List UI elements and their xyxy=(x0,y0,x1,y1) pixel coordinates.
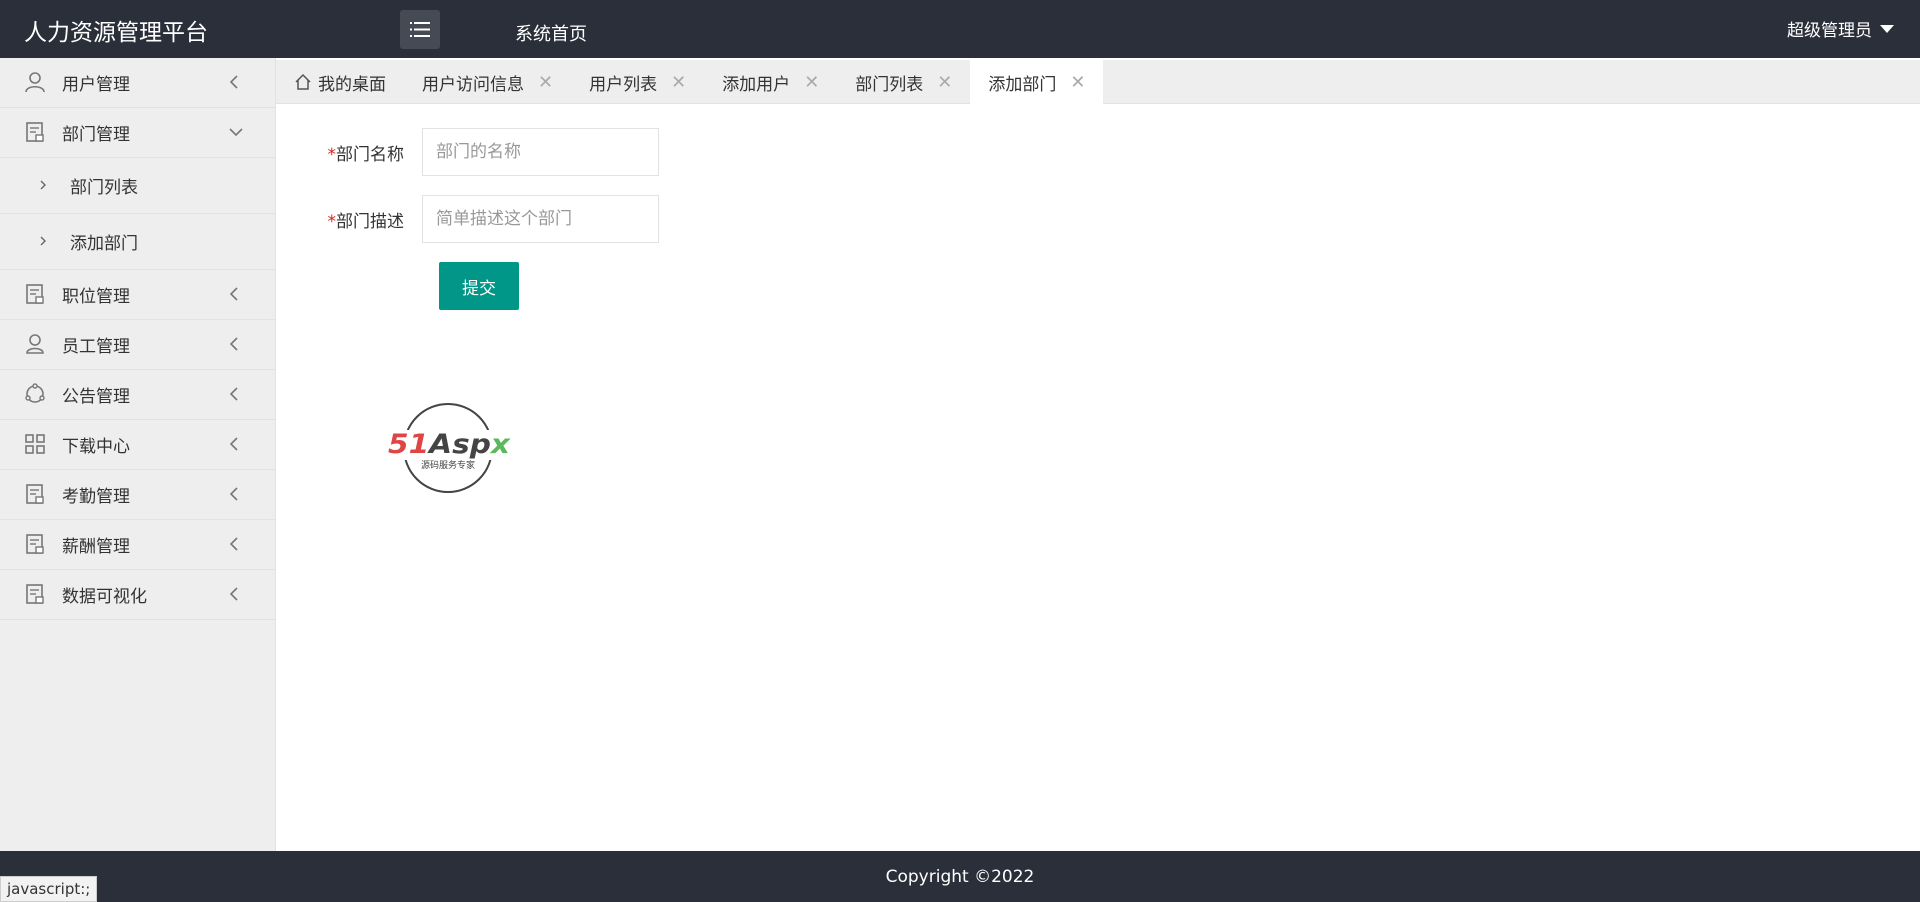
list-icon xyxy=(410,22,430,37)
tab-user-access-info[interactable]: 用户访问信息 ✕ xyxy=(404,60,571,104)
document-icon xyxy=(26,284,44,304)
document-icon xyxy=(26,122,44,142)
document-icon xyxy=(26,584,44,604)
sidebar-subitem-department-list[interactable]: 部门列表 xyxy=(0,158,275,214)
department-desc-input[interactable] xyxy=(422,195,659,243)
sidebar-item-label: 薪酬管理 xyxy=(62,537,130,557)
menu-toggle-button[interactable] xyxy=(400,10,440,49)
sidebar-item-label: 部门管理 xyxy=(62,125,130,145)
chevron-left-icon xyxy=(229,75,238,89)
browser-status-bar: javascript:; xyxy=(0,876,98,902)
chevron-left-icon xyxy=(229,287,238,301)
chevron-left-icon xyxy=(229,537,238,551)
sidebar-item-label: 考勤管理 xyxy=(62,487,130,507)
chevron-down-icon xyxy=(229,128,243,137)
sidebar-item-data-visualization[interactable]: 数据可视化 xyxy=(0,570,275,620)
sidebar-item-label: 下载中心 xyxy=(62,437,130,457)
user-icon xyxy=(25,72,45,93)
required-mark: * xyxy=(327,211,337,232)
grid-icon xyxy=(25,434,45,454)
tab-user-list[interactable]: 用户列表 ✕ xyxy=(571,60,704,104)
watermark-brand: 51 Asp x xyxy=(388,429,512,460)
tab-label: 部门列表 xyxy=(855,74,924,95)
tab-my-desktop[interactable]: 我的桌面 xyxy=(276,60,404,104)
chevron-left-icon xyxy=(229,387,238,401)
chevron-right-icon xyxy=(40,180,46,190)
submit-button[interactable]: 提交 xyxy=(439,262,519,310)
department-desc-label: *部门描述 xyxy=(327,211,405,232)
footer: Copyright ©2022 xyxy=(0,851,1920,902)
tab-add-department[interactable]: 添加部门 ✕ xyxy=(970,60,1104,105)
tab-add-user[interactable]: 添加用户 ✕ xyxy=(704,60,837,104)
document-icon xyxy=(26,534,44,554)
sidebar-item-salary-management[interactable]: 薪酬管理 xyxy=(0,520,275,570)
top-header: 人力资源管理平台 系统首页 超级管理员 xyxy=(0,0,1920,58)
chevron-right-icon xyxy=(40,236,46,246)
department-name-input[interactable] xyxy=(422,128,659,176)
sidebar-item-user-management[interactable]: 用户管理 xyxy=(0,58,275,108)
person-icon xyxy=(26,334,44,354)
sidebar-item-label: 用户管理 xyxy=(62,75,130,95)
sidebar-item-announcement-management[interactable]: 公告管理 xyxy=(0,370,275,420)
chevron-left-icon xyxy=(229,337,238,351)
close-icon[interactable]: ✕ xyxy=(1070,72,1085,93)
app-logo: 人力资源管理平台 xyxy=(24,20,208,46)
sidebar-item-position-management[interactable]: 职位管理 xyxy=(0,270,275,320)
sidebar-item-download-center[interactable]: 下载中心 xyxy=(0,420,275,470)
watermark-tagline: 源码服务专家 xyxy=(421,459,475,471)
close-icon[interactable]: ✕ xyxy=(937,72,952,93)
tab-bar: 我的桌面 用户访问信息 ✕ 用户列表 ✕ 添加用户 ✕ 部门列表 ✕ 添加部门 … xyxy=(276,60,1920,105)
sidebar-subitem-label: 部门列表 xyxy=(70,178,138,198)
sidebar-item-employee-management[interactable]: 员工管理 xyxy=(0,320,275,370)
system-home-link[interactable]: 系统首页 xyxy=(515,20,587,46)
sidebar-item-label: 员工管理 xyxy=(62,337,130,357)
sidebar-item-label: 公告管理 xyxy=(62,387,130,407)
document-icon xyxy=(26,484,44,504)
user-name: 超级管理员 xyxy=(1787,21,1872,41)
tab-department-list[interactable]: 部门列表 ✕ xyxy=(837,60,970,104)
caret-down-icon xyxy=(1880,24,1894,33)
department-name-label: *部门名称 xyxy=(327,144,405,165)
sidebar-item-label: 数据可视化 xyxy=(62,587,147,607)
chevron-left-icon xyxy=(229,487,238,501)
department-desc-row: *部门描述 xyxy=(276,195,659,243)
sidebar-item-attendance-management[interactable]: 考勤管理 xyxy=(0,470,275,520)
tab-label: 我的桌面 xyxy=(318,74,386,95)
sidebar-subitem-label: 添加部门 xyxy=(70,234,138,254)
required-mark: * xyxy=(327,144,337,165)
tab-label: 添加部门 xyxy=(988,75,1057,95)
sidebar: 用户管理 部门管理 部门列表 添加部门 职位管理 员工管理 公告管理 下载中心 … xyxy=(0,58,276,851)
department-name-row: *部门名称 xyxy=(276,128,659,176)
close-icon[interactable]: ✕ xyxy=(804,72,819,93)
tab-label: 用户访问信息 xyxy=(422,74,524,95)
sidebar-subitem-add-department[interactable]: 添加部门 xyxy=(0,214,275,270)
user-menu[interactable]: 超级管理员 xyxy=(1787,16,1894,41)
chevron-left-icon xyxy=(229,437,238,451)
share-icon xyxy=(25,383,45,403)
sidebar-item-label: 职位管理 xyxy=(62,287,130,307)
chevron-left-icon xyxy=(229,587,238,601)
close-icon[interactable]: ✕ xyxy=(671,72,686,93)
brand-watermark-logo: 51 Asp x 源码服务专家 xyxy=(385,403,515,493)
copyright-text: Copyright ©2022 xyxy=(885,867,1035,887)
tab-label: 用户列表 xyxy=(589,74,658,95)
sidebar-item-department-management[interactable]: 部门管理 xyxy=(0,108,275,158)
close-icon[interactable]: ✕ xyxy=(538,72,553,93)
tab-label: 添加用户 xyxy=(722,74,791,95)
home-icon xyxy=(295,73,311,90)
